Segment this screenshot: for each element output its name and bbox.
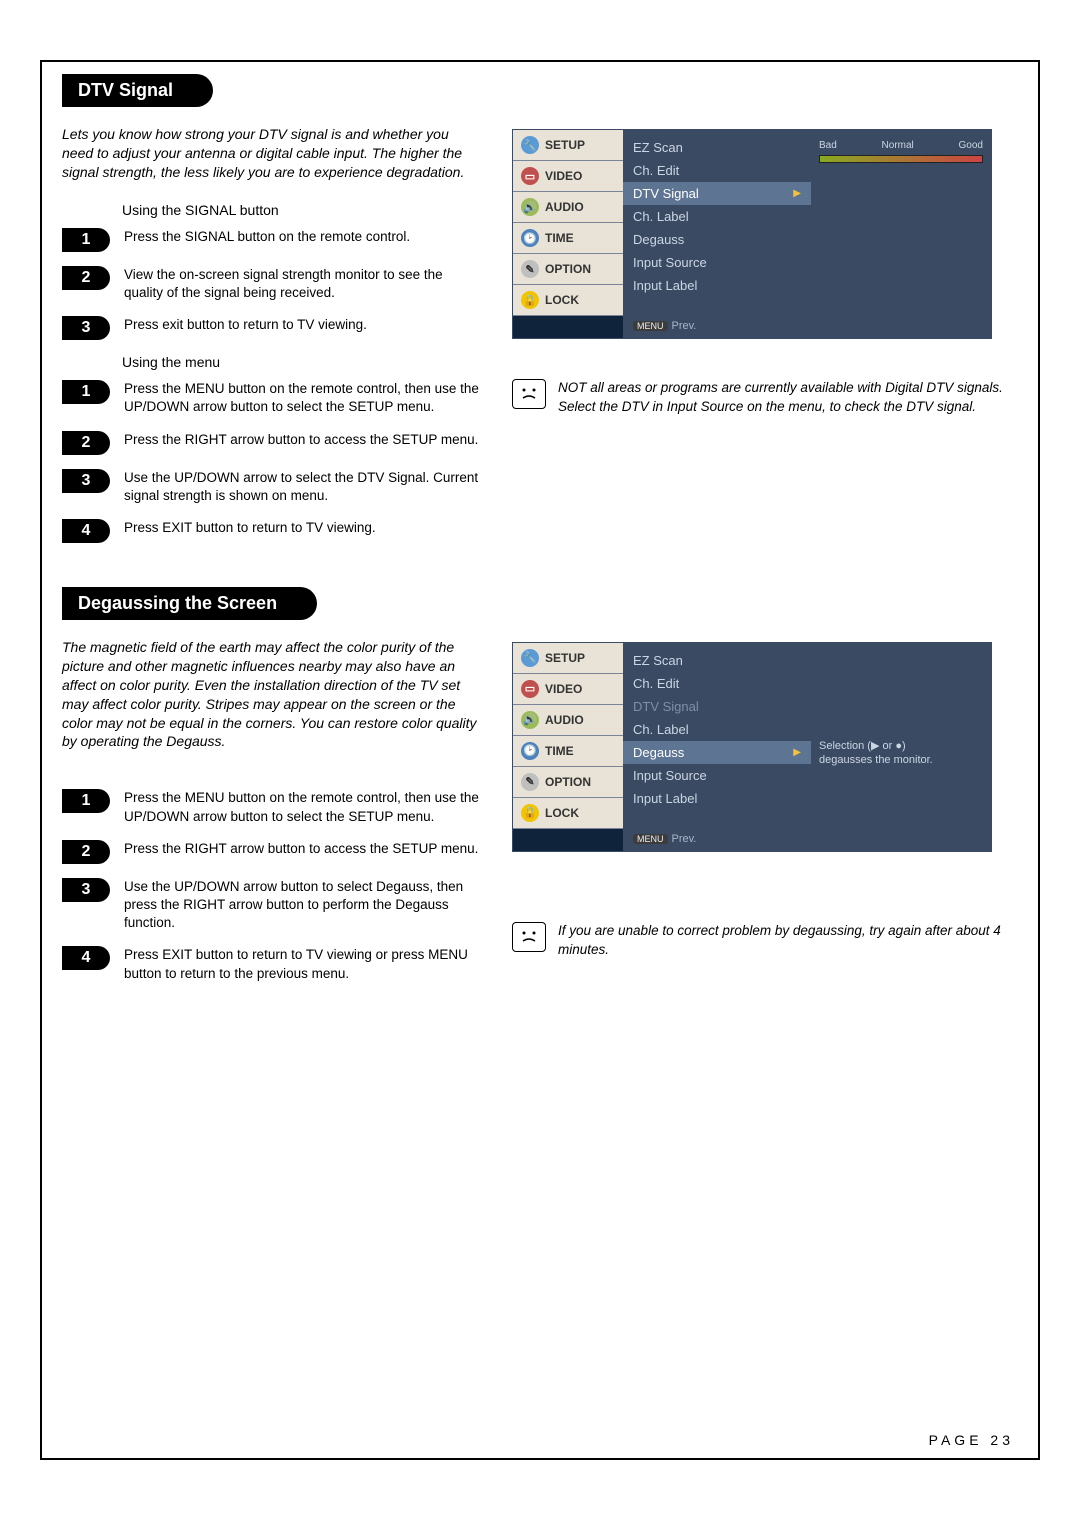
note-text: NOT all areas or programs are currently … [558, 379, 1018, 417]
note-face-icon [512, 379, 546, 409]
lock-icon: 🔒 [521, 291, 539, 309]
step-text: Press EXIT button to return to TV viewin… [124, 519, 482, 537]
note-degauss: If you are unable to correct problem by … [512, 922, 1018, 960]
right-col-1: 🔧SETUP ▭VIDEO 🔊AUDIO 🕑TIME ✎OPTION 🔒LOCK… [512, 125, 1018, 557]
option-icon: ✎ [521, 773, 539, 791]
section-header-dtv: DTV Signal [62, 74, 213, 107]
wrench-icon: 🔧 [521, 649, 539, 667]
osd-footer: MENUPrev. [623, 314, 811, 338]
section-dtv-signal: DTV Signal Lets you know how strong your… [62, 74, 1018, 557]
osd-tab-audio: 🔊AUDIO [513, 705, 623, 736]
osd-item: Input Source [623, 764, 811, 787]
osd-item: Degauss [623, 228, 811, 251]
step-text: Press the RIGHT arrow button to access t… [124, 431, 482, 449]
osd-tab-option: ✎OPTION [513, 254, 623, 285]
right-col-2: 🔧SETUP ▭VIDEO 🔊AUDIO 🕑TIME ✎OPTION 🔒LOCK… [512, 638, 1018, 997]
step-num: 4 [62, 519, 110, 543]
lock-icon: 🔒 [521, 804, 539, 822]
step-text: Press the RIGHT arrow button to access t… [124, 840, 482, 858]
chevron-right-icon: ▶ [793, 188, 801, 199]
step-num: 1 [62, 228, 110, 252]
osd-tab-lock: 🔒LOCK [513, 285, 623, 316]
step-num: 3 [62, 878, 110, 902]
osd-item: EZ Scan [623, 136, 811, 159]
osd-footer: MENUPrev. [623, 827, 811, 851]
audio-icon: 🔊 [521, 711, 539, 729]
section-degauss: Degaussing the Screen The magnetic field… [62, 587, 1018, 997]
step-text: Press EXIT button to return to TV viewin… [124, 946, 482, 982]
step-text: Use the UP/DOWN arrow to select the DTV … [124, 469, 482, 505]
step-num: 2 [62, 840, 110, 864]
audio-icon: 🔊 [521, 198, 539, 216]
step-num: 3 [62, 469, 110, 493]
clock-icon: 🕑 [521, 229, 539, 247]
osd-item: Ch. Edit [623, 672, 811, 695]
osd-tab-setup: 🔧SETUP [513, 643, 623, 674]
step-text: Press the MENU button on the remote cont… [124, 789, 482, 825]
note-dtv: NOT all areas or programs are currently … [512, 379, 1018, 417]
osd-degauss: 🔧SETUP ▭VIDEO 🔊AUDIO 🕑TIME ✎OPTION 🔒LOCK… [512, 642, 992, 852]
step-num: 3 [62, 316, 110, 340]
step-text: Use the UP/DOWN arrow button to select D… [124, 878, 482, 933]
osd-tab-option: ✎OPTION [513, 767, 623, 798]
meter-label-bad: Bad [819, 140, 837, 151]
step-text: View the on-screen signal strength monit… [124, 266, 482, 302]
osd-tab-setup: 🔧SETUP [513, 130, 623, 161]
meter-label-good: Good [959, 140, 983, 151]
osd-tab-time: 🕑TIME [513, 736, 623, 767]
step-num: 2 [62, 266, 110, 290]
wrench-icon: 🔧 [521, 136, 539, 154]
step-text: Press exit button to return to TV viewin… [124, 316, 482, 334]
video-icon: ▭ [521, 167, 539, 185]
osd-item-dim: DTV Signal [623, 695, 811, 718]
clock-icon: 🕑 [521, 742, 539, 760]
step-text: Press the SIGNAL button on the remote co… [124, 228, 482, 246]
osd-dtv: 🔧SETUP ▭VIDEO 🔊AUDIO 🕑TIME ✎OPTION 🔒LOCK… [512, 129, 992, 339]
step-num: 2 [62, 431, 110, 455]
step-text: Press the MENU button on the remote cont… [124, 380, 482, 416]
osd-item: Input Label [623, 274, 811, 297]
osd-tab-lock: 🔒LOCK [513, 798, 623, 829]
option-icon: ✎ [521, 260, 539, 278]
chevron-right-icon: ▶ [793, 747, 801, 758]
signal-meter-bar [819, 155, 983, 163]
left-col-2: The magnetic field of the earth may affe… [62, 638, 482, 997]
left-col-1: Lets you know how strong your DTV signal… [62, 125, 482, 557]
subhead-menu: Using the menu [122, 354, 482, 370]
osd-item: EZ Scan [623, 649, 811, 672]
osd-item: Ch. Label [623, 205, 811, 228]
osd-tab-time: 🕑TIME [513, 223, 623, 254]
osd-tab-video: ▭VIDEO [513, 674, 623, 705]
osd-signal-meter: Bad Normal Good [811, 130, 991, 338]
osd-tab-audio: 🔊AUDIO [513, 192, 623, 223]
osd-degauss-hint: Selection (▶ or ●) degausses the monitor… [811, 643, 991, 851]
osd-item-selected: Degauss▶ [623, 741, 811, 764]
video-icon: ▭ [521, 680, 539, 698]
note-face-icon [512, 922, 546, 952]
osd-item: Input Source [623, 251, 811, 274]
step-num: 1 [62, 789, 110, 813]
subhead-signal: Using the SIGNAL button [122, 202, 482, 218]
page-number: PAGE 23 [929, 1432, 1014, 1448]
osd-item: Ch. Label [623, 718, 811, 741]
osd-item: Input Label [623, 787, 811, 810]
intro-1: Lets you know how strong your DTV signal… [62, 125, 482, 182]
osd-tab-video: ▭VIDEO [513, 161, 623, 192]
step-num: 4 [62, 946, 110, 970]
note-text: If you are unable to correct problem by … [558, 922, 1018, 960]
osd-item: Ch. Edit [623, 159, 811, 182]
step-num: 1 [62, 380, 110, 404]
intro-2: The magnetic field of the earth may affe… [62, 638, 482, 751]
osd-item-selected: DTV Signal▶ [623, 182, 811, 205]
meter-label-normal: Normal [882, 140, 914, 151]
section-header-degauss: Degaussing the Screen [62, 587, 317, 620]
